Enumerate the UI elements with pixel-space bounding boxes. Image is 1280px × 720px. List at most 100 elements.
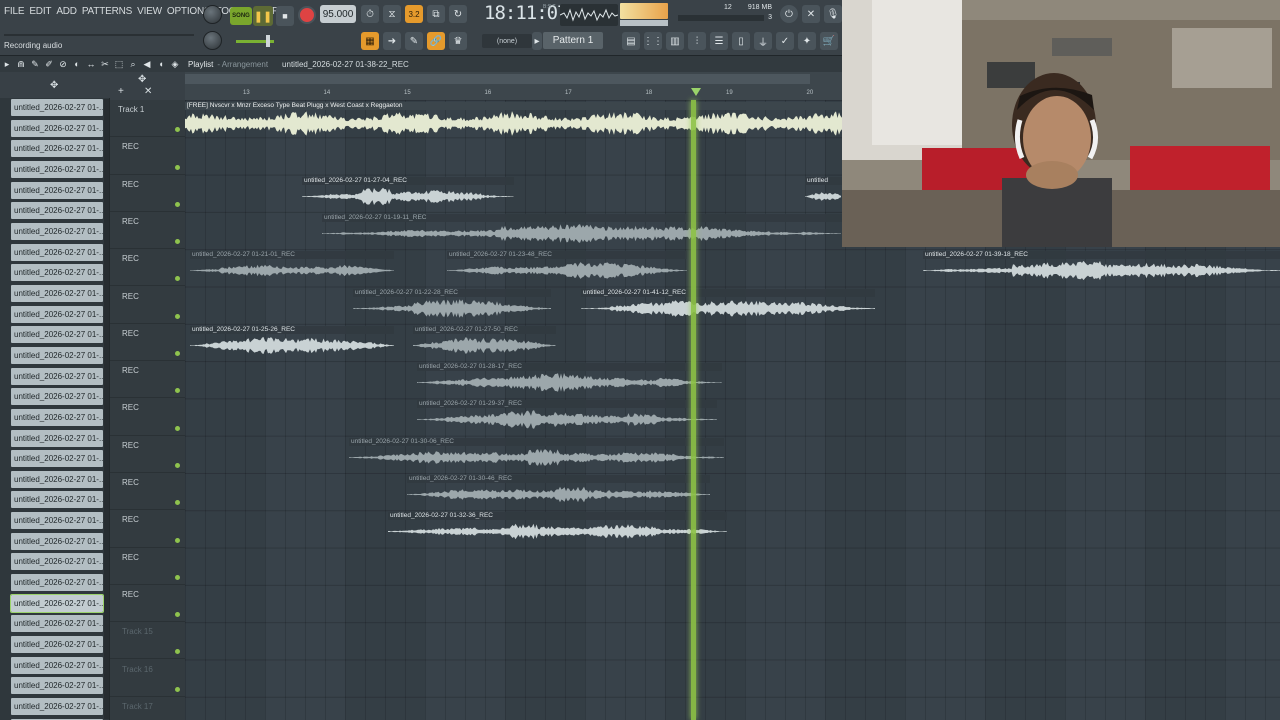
track-enable-led[interactable] (175, 649, 180, 655)
browser-clip-item[interactable]: untitled_2026-02-27 01-... (11, 677, 103, 695)
track-header[interactable]: REC (110, 137, 185, 175)
track-header[interactable]: REC (110, 324, 185, 362)
track-header[interactable]: Track 17 (110, 697, 185, 720)
mixer-button[interactable]: ⫶ (688, 32, 706, 50)
browser-clip-item[interactable]: untitled_2026-02-27 01-... (11, 553, 103, 571)
hint-button[interactable]: ✓ (776, 32, 794, 50)
menu-edit[interactable]: EDIT (29, 6, 51, 17)
audio-clip[interactable]: untitled_2026-02-27 01-30-46_REC (407, 475, 710, 506)
select-icon[interactable]: ⬚ (112, 59, 126, 70)
track-header[interactable]: Track 16 (110, 660, 185, 697)
playhead-marker[interactable] (691, 88, 701, 96)
track-header[interactable]: REC (110, 585, 185, 623)
browser-clip-item[interactable]: untitled_2026-02-27 01-... (11, 636, 103, 654)
audio-clip[interactable]: untitled_2026-02-27 01-19-11_REC (322, 213, 842, 245)
track-enable-led[interactable] (175, 388, 180, 394)
move-icon[interactable]: ✥ (138, 74, 146, 85)
plus-icon[interactable]: + (118, 86, 124, 97)
menu-add[interactable]: ADD (56, 6, 77, 17)
track-header[interactable]: REC (110, 473, 185, 511)
mic-button[interactable]: 🎙 (824, 5, 842, 23)
browser-clip-item[interactable]: untitled_2026-02-27 01-... (11, 656, 103, 674)
browser-clip-item[interactable]: untitled_2026-02-27 01-... (11, 119, 103, 137)
browser-clip-item[interactable]: untitled_2026-02-27 01-... (11, 429, 103, 447)
magnet-icon[interactable]: ⋒ (14, 59, 28, 70)
stamp-tool-button[interactable]: ♛ (449, 32, 467, 50)
track-enable-led[interactable] (175, 686, 180, 692)
audio-clip[interactable]: untitled_2026-02-27 01-29-37_REC (417, 400, 717, 431)
browser-clip-item[interactable]: untitled_2026-02-27 01-... (11, 532, 103, 550)
audio-clip[interactable]: untitled_2026-02-27 01-23-48_REC (447, 251, 687, 282)
browser-clip-item[interactable]: untitled_2026-02-27 01-... (11, 346, 103, 364)
master-pitch-knob[interactable] (203, 31, 222, 50)
menu-patterns[interactable]: PATTERNS (82, 6, 132, 17)
browser-clip-item[interactable]: untitled_2026-02-27 01-... (11, 243, 103, 261)
audio-clip[interactable]: untitled_2026-02-27 01-32-36_REC (388, 512, 727, 543)
track-header[interactable]: REC (110, 175, 185, 212)
menu-file[interactable]: FILE (4, 6, 25, 17)
browser-clip-item[interactable]: untitled_2026-02-27 01-... (11, 305, 103, 323)
track-enable-led[interactable] (175, 313, 180, 319)
browser-clip-item[interactable]: untitled_2026-02-27 01-... (11, 615, 103, 633)
track-enable-led[interactable] (175, 239, 180, 245)
step-edit-button[interactable]: 3.2 (405, 5, 423, 23)
track-header[interactable]: REC (110, 287, 185, 324)
browser-button[interactable]: ☰ (710, 32, 728, 50)
audio-clip[interactable]: [FREE] Nvscvr x Mnzr Exceso Type Beat Pl… (185, 102, 842, 137)
track-enable-led[interactable] (175, 276, 180, 282)
audio-clip[interactable]: untitled_2026-02-27 01-27-50_REC (413, 325, 556, 357)
browser-clip-item[interactable]: untitled_2026-02-27 01-... (11, 512, 103, 530)
track-enable-led[interactable] (175, 425, 180, 431)
browser-clip-item[interactable]: untitled_2026-02-27 01-... (11, 388, 103, 406)
browser-clip-item[interactable]: untitled_2026-02-27 01-... (11, 574, 103, 592)
loop-record-button[interactable]: ↻ (449, 5, 467, 23)
browser-clip-item[interactable]: untitled_2026-02-27 01-... (11, 450, 103, 468)
track-enable-led[interactable] (175, 500, 180, 506)
paint-icon[interactable]: ✐ (42, 59, 56, 70)
close-icon[interactable]: ✕ (144, 86, 152, 97)
browser-clip-item[interactable]: untitled_2026-02-27 01-... (10, 593, 104, 613)
browser-clip-item[interactable]: untitled_2026-02-27 01-... (11, 470, 103, 488)
blend-notes-button[interactable]: ⧉ (427, 5, 445, 23)
playhead[interactable] (691, 100, 696, 720)
stop-button[interactable]: ■ (276, 6, 294, 26)
speaker-icon[interactable]: ◖ (154, 59, 168, 69)
pattern-prev-button[interactable]: ▸ (532, 32, 542, 50)
plugin-db-button[interactable]: ▯ (732, 32, 750, 50)
browser-clip-item[interactable]: untitled_2026-02-27 01-... (11, 367, 103, 385)
record-button[interactable] (298, 6, 316, 24)
pencil-icon[interactable]: ✎ (28, 59, 42, 70)
metronome-button[interactable]: ⏱ (361, 5, 379, 23)
track-enable-led[interactable] (175, 351, 180, 357)
tempo-display[interactable]: 95.000 (320, 5, 356, 23)
audio-clip[interactable]: untitled_2026-02-27 01-41-12_REC (581, 288, 875, 320)
delete-icon[interactable]: ⊘ (56, 59, 70, 70)
arrangement-name[interactable]: untitled_2026-02-27 01-38-22_REC (282, 60, 409, 69)
timeline-ruler[interactable]: 13 14 15 16 17 18 19 20 (185, 72, 842, 100)
slip-icon[interactable]: ↔ (84, 59, 98, 69)
audio-clip[interactable]: untitled_2026-02-27 01-28-17_REC (417, 363, 722, 394)
snap-selector[interactable]: (none) (482, 34, 532, 48)
track-header[interactable]: REC (110, 249, 185, 287)
link-tool-button[interactable]: 🔗 (427, 32, 445, 50)
playlist-pin-icon[interactable]: ◈ (168, 59, 182, 70)
browser-clip-item[interactable]: untitled_2026-02-27 01-... (11, 264, 103, 282)
browser-clip-item[interactable]: untitled_2026-02-27 01-... (11, 698, 103, 716)
audio-clip[interactable]: untitled (805, 176, 842, 208)
slice-icon[interactable]: ✂ (98, 59, 112, 70)
track-header[interactable]: REC (110, 212, 185, 250)
track-header[interactable]: REC (110, 548, 185, 585)
arrow-right-icon[interactable]: ▸ (0, 59, 14, 70)
browser-clip-item[interactable]: untitled_2026-02-27 01-... (11, 99, 103, 116)
help-button[interactable]: ✦ (798, 32, 816, 50)
track-enable-led[interactable] (175, 127, 180, 133)
audio-clip[interactable]: untitled_2026-02-27 01-30-06_REC (349, 437, 724, 469)
track-enable-led[interactable] (175, 462, 180, 468)
plugin-picker-button[interactable]: ⏚ (754, 32, 772, 50)
browser-clip-item[interactable]: untitled_2026-02-27 01-... (11, 326, 103, 344)
browser-clip-item[interactable]: untitled_2026-02-27 01-... (11, 160, 103, 178)
piano-roll-shortcut[interactable]: ▦ (361, 32, 379, 50)
track-enable-led[interactable] (175, 537, 180, 543)
playback-icon[interactable]: ◀ (140, 59, 154, 70)
track-enable-led[interactable] (175, 201, 180, 207)
